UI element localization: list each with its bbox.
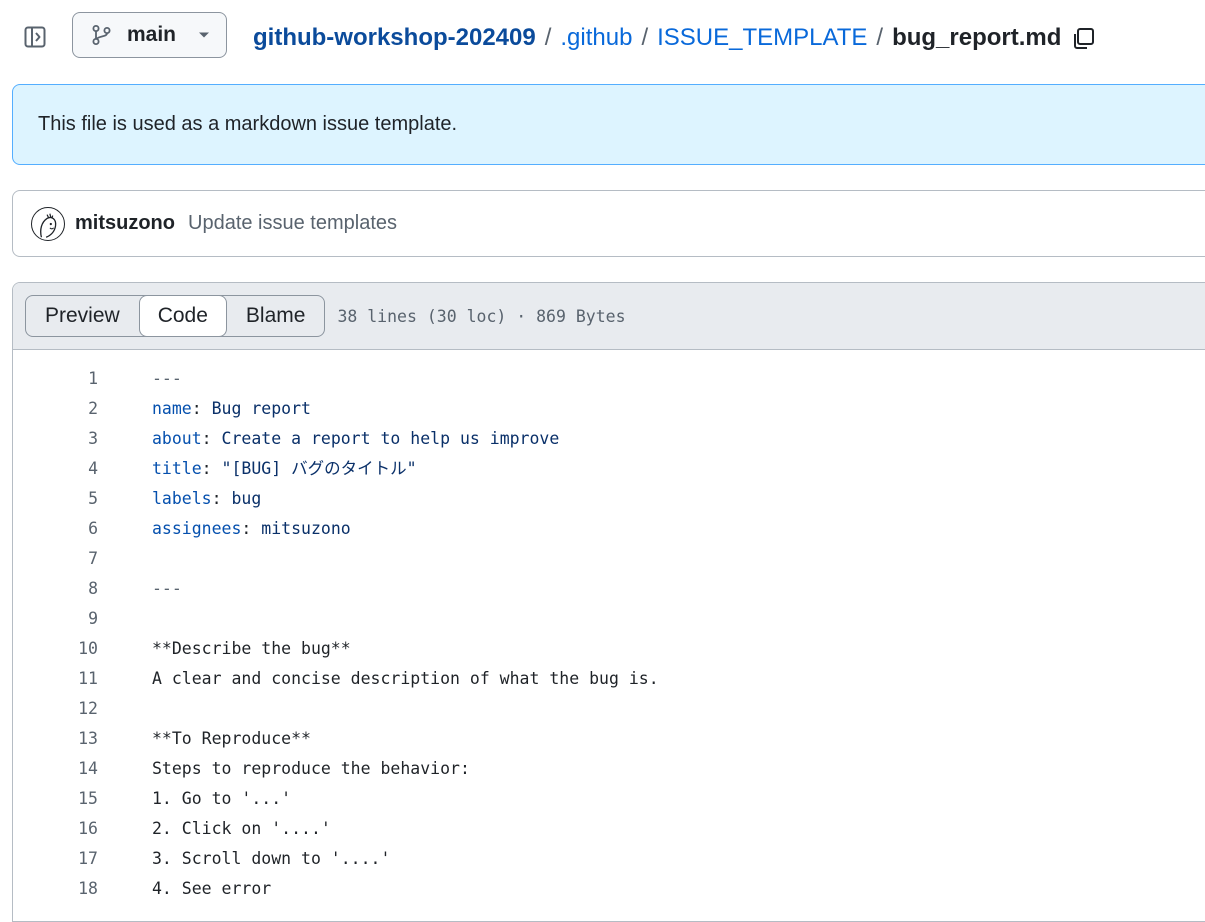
yaml-value: Create a report to help us improve (211, 429, 560, 448)
code-line: 2 name: Bug report (13, 394, 1205, 424)
file-header: Preview Code Blame 38 lines (30 loc) · 8… (13, 283, 1205, 350)
line-content: 1. Go to '...' (152, 789, 292, 808)
yaml-value: bug (221, 489, 262, 508)
breadcrumb: github-workshop-202409 / .github / ISSUE… (253, 20, 1097, 56)
breadcrumb-repo-link[interactable]: github-workshop-202409 (253, 24, 536, 52)
line-number[interactable]: 13 (13, 724, 98, 754)
breadcrumb-current-file: bug_report.md (892, 24, 1062, 51)
line-number[interactable]: 16 (13, 814, 98, 844)
yaml-value: "[BUG] バグのタイトル" (211, 459, 417, 478)
code-line: 5 labels: bug (13, 484, 1205, 514)
line-content: **Describe the bug** (152, 639, 351, 658)
line-number[interactable]: 9 (13, 604, 98, 634)
line-content: 4. See error (152, 879, 272, 898)
code-line: 17 3. Scroll down to '....' (13, 844, 1205, 874)
line-content: about: Create a report to help us improv… (152, 429, 560, 448)
line-content: --- (152, 579, 182, 598)
breadcrumb-separator: / (641, 24, 649, 51)
yaml-key: name (152, 399, 192, 418)
line-number[interactable]: 11 (13, 664, 98, 694)
yaml-key: assignees (152, 519, 242, 538)
line-content: **To Reproduce** (152, 729, 311, 748)
tab-blame[interactable]: Blame (227, 296, 325, 336)
yaml-key: labels (152, 489, 212, 508)
commit-message-link[interactable]: Update issue templates (188, 212, 397, 235)
line-number[interactable]: 4 (13, 454, 98, 484)
latest-commit-bar: mitsuzono Update issue templates (12, 190, 1205, 257)
tab-code[interactable]: Code (138, 295, 227, 337)
line-number[interactable]: 6 (13, 514, 98, 544)
line-content: 2. Click on '....' (152, 819, 331, 838)
line-number[interactable]: 5 (13, 484, 98, 514)
line-number[interactable]: 3 (13, 424, 98, 454)
code-line: 8 --- (13, 574, 1205, 604)
line-number[interactable]: 12 (13, 694, 98, 724)
code-line: 1 --- (13, 364, 1205, 394)
breadcrumb-separator: / (876, 24, 884, 51)
line-number[interactable]: 8 (13, 574, 98, 604)
line-number[interactable]: 17 (13, 844, 98, 874)
line-number[interactable]: 7 (13, 544, 98, 574)
chevron-down-icon (198, 29, 210, 41)
code-view[interactable]: 1 --- 2 name: Bug report 3 about: Create… (13, 350, 1205, 904)
copy-path-icon[interactable] (1071, 25, 1097, 51)
file-topbar: main github-workshop-202409 / .github / … (0, 0, 1205, 76)
code-line: 16 2. Click on '....' (13, 814, 1205, 844)
tab-preview[interactable]: Preview (26, 296, 139, 336)
sidebar-toggle-icon[interactable] (22, 24, 48, 50)
banner-text: This file is used as a markdown issue te… (38, 113, 458, 135)
code-line: 18 4. See error (13, 874, 1205, 904)
line-number[interactable]: 14 (13, 754, 98, 784)
git-branch-icon (91, 24, 113, 46)
code-line: 10 **Describe the bug** (13, 634, 1205, 664)
view-mode-segmented-control: Preview Code Blame (25, 295, 326, 337)
code-line: 12 (13, 694, 1205, 724)
avatar[interactable] (31, 206, 65, 241)
code-line: 15 1. Go to '...' (13, 784, 1205, 814)
template-info-banner: This file is used as a markdown issue te… (12, 84, 1205, 165)
line-number[interactable]: 18 (13, 874, 98, 904)
yaml-value: mitsuzono (251, 519, 351, 538)
breadcrumb-github-link[interactable]: .github (560, 24, 632, 52)
commit-author-link[interactable]: mitsuzono (75, 212, 175, 235)
breadcrumb-separator: / (544, 24, 552, 51)
line-content: --- (152, 369, 182, 388)
line-content: Steps to reproduce the behavior: (152, 759, 470, 778)
code-line: 7 (13, 544, 1205, 574)
yaml-value: Bug report (201, 399, 311, 418)
file-size-info: 38 lines (30 loc) · 869 Bytes (337, 306, 626, 326)
file-viewer: Preview Code Blame 38 lines (30 loc) · 8… (12, 282, 1205, 922)
line-content: title: "[BUG] バグのタイトル" (152, 459, 417, 478)
yaml-key: about (152, 429, 202, 448)
branch-selector-button[interactable]: main (72, 12, 227, 58)
line-content: 3. Scroll down to '....' (152, 849, 391, 868)
line-content: name: Bug report (152, 399, 311, 418)
line-number[interactable]: 15 (13, 784, 98, 814)
line-content: labels: bug (152, 489, 262, 508)
code-line: 11 A clear and concise description of wh… (13, 664, 1205, 694)
yaml-key: title (152, 459, 202, 478)
code-line: 9 (13, 604, 1205, 634)
breadcrumb-issue-template-link[interactable]: ISSUE_TEMPLATE (657, 24, 867, 52)
branch-name: main (127, 23, 177, 46)
code-line: 4 title: "[BUG] バグのタイトル" (13, 454, 1205, 484)
line-number[interactable]: 2 (13, 394, 98, 424)
line-content: A clear and concise description of what … (152, 669, 659, 688)
code-line: 14 Steps to reproduce the behavior: (13, 754, 1205, 784)
code-line: 3 about: Create a report to help us impr… (13, 424, 1205, 454)
code-line: 6 assignees: mitsuzono (13, 514, 1205, 544)
code-line: 13 **To Reproduce** (13, 724, 1205, 754)
line-number[interactable]: 1 (13, 364, 98, 394)
line-number[interactable]: 10 (13, 634, 98, 664)
line-content: assignees: mitsuzono (152, 519, 351, 538)
